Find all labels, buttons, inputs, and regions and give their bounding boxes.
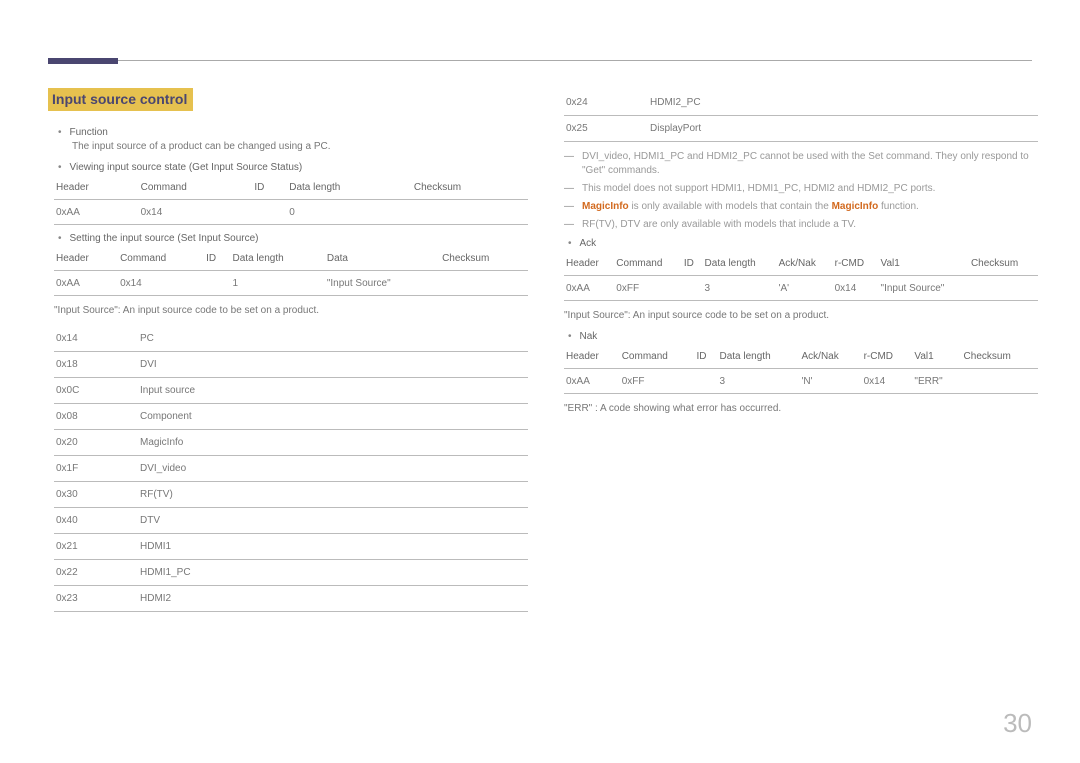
nak-heading: Nak [580, 331, 598, 342]
bullet-icon: • [58, 127, 62, 138]
note-magicinfo: MagicInfo is only available with models … [582, 200, 919, 214]
ack-heading: Ack [580, 238, 597, 249]
section-title: Input source control [48, 88, 193, 111]
bullet-icon: • [58, 162, 62, 173]
set-command-table: HeaderCommandIDData lengthDataChecksum 0… [54, 246, 528, 296]
bullet-icon: • [568, 238, 572, 249]
err-note: "ERR" : A code showing what error has oc… [564, 402, 1032, 416]
input-source-note: "Input Source": An input source code to … [54, 304, 522, 318]
header-rule [118, 60, 1032, 61]
nak-table: HeaderCommandIDData lengthAck/Nakr-CMDVa… [564, 344, 1038, 394]
dash-icon: ― [564, 150, 574, 164]
right-column: 0x24HDMI2_PC 0x25DisplayPort ― DVI_video… [558, 88, 1032, 620]
function-text: The input source of a product can be cha… [72, 140, 522, 154]
setting-heading: Setting the input source (Set Input Sour… [70, 233, 259, 244]
dash-icon: ― [564, 200, 574, 214]
ack-note: "Input Source": An input source code to … [564, 309, 1032, 323]
input-codes-table-cont: 0x24HDMI2_PC 0x25DisplayPort [564, 90, 1038, 142]
input-codes-table: 0x14PC 0x18DVI 0x0CInput source 0x08Comp… [54, 326, 528, 612]
dash-icon: ― [564, 218, 574, 232]
left-column: Input source control • Function The inpu… [48, 88, 522, 620]
ack-table: HeaderCommandIDData lengthAck/Nakr-CMDVa… [564, 251, 1038, 301]
get-command-table: HeaderCommandIDData lengthChecksum 0xAA0… [54, 175, 528, 225]
note-dvi-video: DVI_video, HDMI1_PC and HDMI2_PC cannot … [582, 150, 1032, 178]
dash-icon: ― [564, 182, 574, 196]
bullet-icon: • [58, 233, 62, 244]
bullet-icon: • [568, 331, 572, 342]
note-unsupported: This model does not support HDMI1, HDMI1… [582, 182, 935, 196]
viewing-heading: Viewing input source state (Get Input So… [70, 162, 303, 173]
page-number: 30 [1003, 708, 1032, 739]
function-heading: Function [70, 127, 108, 138]
header-accent [48, 58, 118, 64]
note-rf-dtv: RF(TV), DTV are only available with mode… [582, 218, 856, 232]
